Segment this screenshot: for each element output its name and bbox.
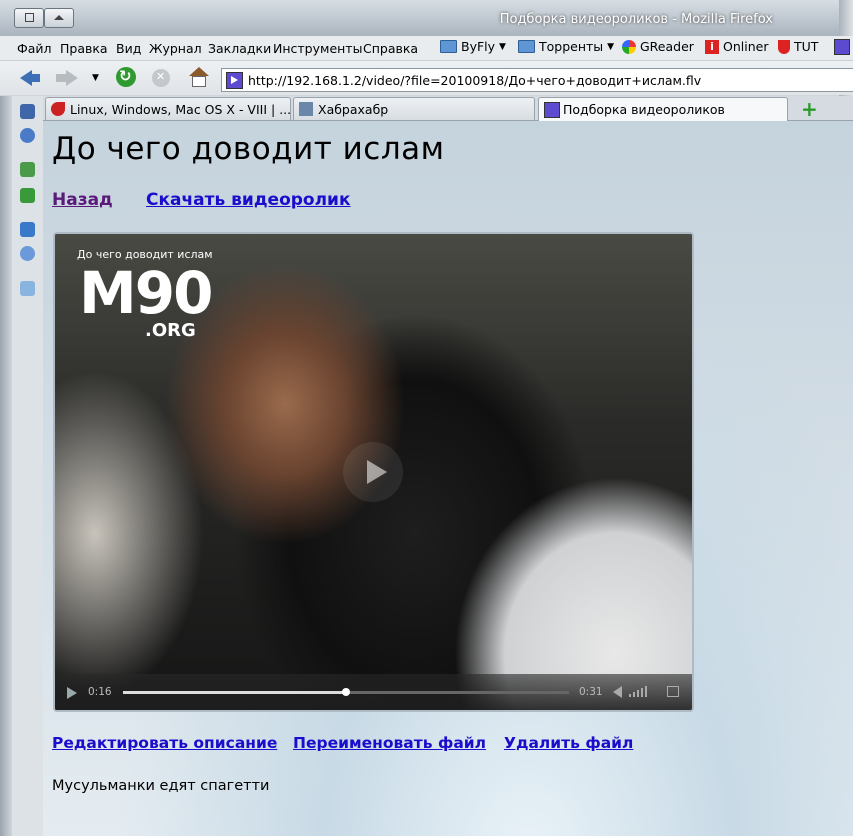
volume-level-icon[interactable] [629,685,647,697]
tab-linux[interactable]: Linux, Windows, Mac OS X - VIII | ... [45,97,291,120]
folder-icon [518,40,535,53]
video-description: Мусульманки едят спагетти [52,778,270,794]
volume-icon[interactable] [613,686,622,698]
seek-progress [123,691,346,694]
tab-habr[interactable]: Хабрахабр [293,97,535,120]
downloads-icon[interactable] [20,162,35,177]
logo-subtext: .ORG [145,320,196,341]
bookmark-byfly[interactable]: ByFly ▼ [440,39,506,54]
menu-history[interactable]: Журнал [149,41,202,56]
video-icon [544,102,560,118]
page-title: До чего доводит ислам [52,131,445,167]
bookmark-label: GReader [640,39,694,54]
tab-bar: Linux, Windows, Mac OS X - VIII | ... Ха… [43,96,853,122]
m90-logo: M90 .ORG [79,259,213,341]
stop-icon[interactable] [152,69,170,87]
new-tab-plus-icon[interactable]: + [801,97,818,121]
video-icon [834,39,850,55]
bookmark-greader[interactable]: GReader [622,39,694,54]
google-icon [622,39,636,54]
menu-bookmarks[interactable]: Закладки [208,41,271,56]
download-video-link[interactable]: Скачать видеоролик [146,190,351,210]
current-time: 0:16 [88,686,112,698]
address-url[interactable]: http://192.168.1.2/video/?file=20100918/… [248,73,701,88]
video-controls: 0:16 0:31 [55,674,692,710]
bookmarks-sidebar-icon[interactable] [20,104,35,119]
tab-videos[interactable]: Подборка видеороликов [538,97,788,122]
tab-label: Linux, Windows, Mac OS X - VIII | ... [70,102,291,117]
reload-icon[interactable] [116,67,136,87]
tab-label: Хабрахабр [318,102,389,117]
rename-file-link[interactable]: Переименовать файл [293,734,486,752]
chevron-down-icon: ▼ [499,41,506,52]
video-player[interactable]: До чего доводит ислам M90 .ORG 0:16 0:31 [53,232,694,712]
page-icon[interactable] [20,281,35,296]
menu-tools[interactable]: Инструменты [273,41,362,56]
info-icon[interactable] [20,246,35,261]
edit-description-link[interactable]: Редактировать описание [52,734,277,752]
play-overlay-icon[interactable] [343,442,403,502]
menu-view[interactable]: Вид [116,41,141,56]
folder-icon [440,40,457,53]
window-title: Подборка видеороликов - Mozilla Firefox [499,12,773,27]
duration: 0:31 [579,686,603,698]
fullscreen-icon[interactable] [667,686,679,697]
bookmark-label: Onliner [723,39,769,54]
history-dropdown-icon[interactable]: ▼ [92,73,99,83]
page-content: До чего доводит ислам Назад Скачать виде… [43,121,853,836]
left-screen-strip [0,96,12,836]
back-link[interactable]: Назад [52,190,113,210]
onliner-icon: i [705,39,719,54]
seek-bar[interactable] [123,688,569,696]
menu-edit[interactable]: Правка [60,41,108,56]
menu-help[interactable]: Справка [363,41,418,56]
bookmark-label: Торренты [539,39,604,54]
logo-text: M90 [79,259,213,327]
menu-file[interactable]: Файл [17,41,52,56]
bookmark-label: ByFly [461,39,496,54]
opera-icon [51,102,65,116]
play-icon[interactable] [67,687,77,699]
menubar: Файл Правка Вид Журнал Закладки Инструме… [0,36,853,61]
site-favicon-icon [226,72,243,89]
tab-label: Подборка видеороликов [563,102,725,117]
window-titlebar: Подборка видеороликов - Mozilla Firefox [0,0,853,36]
back-arrow-icon[interactable] [20,67,42,89]
history-clock-icon[interactable] [20,128,35,143]
delete-file-link[interactable]: Удалить файл [504,734,633,752]
window-menu-button[interactable] [14,8,44,28]
chevron-down-icon: ▼ [607,41,615,52]
habr-icon [299,102,313,116]
tut-icon [778,39,790,54]
bookmark-overflow[interactable] [834,39,850,55]
window-minimize-button[interactable] [44,8,74,28]
bookmark-tut[interactable]: TUT [778,39,818,54]
bookmark-torrents[interactable]: Торренты ▼ [518,39,614,54]
addons-puzzle-icon[interactable] [20,188,35,203]
address-bar[interactable]: http://192.168.1.2/video/?file=20100918/… [221,68,853,92]
home-icon[interactable] [188,67,210,89]
seek-handle[interactable] [342,688,350,696]
settings-gear-icon[interactable] [20,222,35,237]
bookmark-onliner[interactable]: i Onliner [705,39,768,54]
bookmark-label: TUT [794,39,819,54]
forward-arrow-icon[interactable] [56,67,78,89]
